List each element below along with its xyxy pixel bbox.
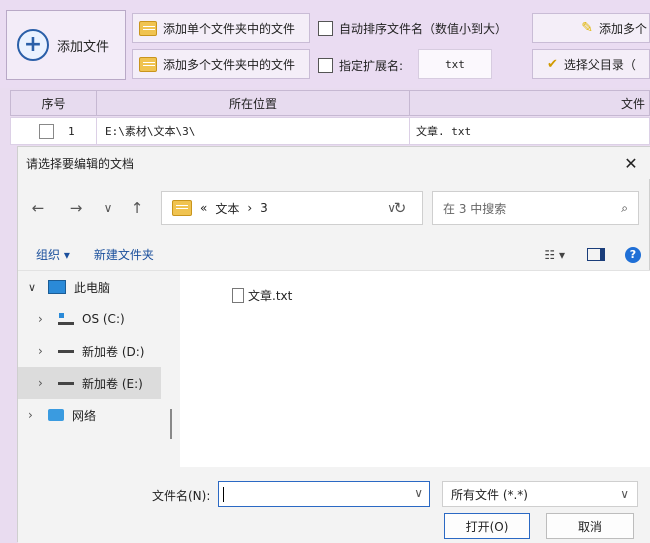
help-icon[interactable]: ? [625, 246, 641, 263]
chevron-down-icon: ∨ [620, 487, 629, 501]
address-bar[interactable]: « 文本 › 3 ∨ [161, 191, 423, 225]
close-icon[interactable]: ✕ [621, 153, 641, 173]
add-multi-right-label: 添加多个 [598, 21, 647, 36]
chevron-down-icon[interactable]: ∨ [414, 486, 423, 500]
row-location: E:\素材\文本\3\ [97, 118, 410, 144]
breadcrumb-3-folder[interactable]: 3 [260, 201, 268, 215]
nav-item-label: OS (C:) [82, 312, 125, 326]
breadcrumb-text-folder[interactable]: 文本 [215, 200, 239, 217]
folder-icon [139, 56, 157, 72]
recent-locations-icon[interactable]: ∨ [96, 196, 120, 220]
filename-label: 文件名(N): [152, 489, 211, 503]
command-bar: 组织 ▾ 新建文件夹 ☷ ▾ ? [18, 239, 650, 271]
preview-pane-icon[interactable] [587, 248, 605, 261]
drive-icon [58, 349, 74, 353]
file-list-pane: 文章.txt [180, 271, 650, 467]
row-checkbox[interactable] [39, 123, 54, 139]
nav-item-this-pc[interactable]: ∨ 此电脑 [18, 271, 161, 303]
computer-icon [48, 280, 66, 294]
add-multi-right-button[interactable]: ✎ 添加多个 [532, 13, 650, 43]
nav-item-label: 新加卷 (E:) [82, 376, 143, 391]
col-index-header[interactable]: 序号 [11, 91, 97, 115]
search-placeholder: 在 3 中搜索 [443, 201, 507, 216]
specify-ext-label: 指定扩展名: [339, 59, 404, 73]
open-file-dialog: 请选择要编辑的文档 ✕ ← → ∨ ↑ « 文本 › 3 ∨ ↻ 在 3 中搜索… [17, 146, 650, 543]
new-folder-button[interactable]: 新建文件夹 [94, 246, 154, 263]
forward-arrow-icon[interactable]: → [64, 196, 88, 220]
add-single-folder-label: 添加单个文件夹中的文件 [163, 21, 296, 36]
nav-scrollbar[interactable] [170, 409, 172, 439]
col-location-header[interactable]: 所在位置 [97, 91, 410, 115]
organize-button[interactable]: 组织 ▾ [36, 246, 70, 263]
filename-input[interactable]: ∨ [218, 481, 430, 507]
table-row[interactable]: 1 E:\素材\文本\3\ 文章. txt [10, 117, 650, 145]
chevron-right-icon: › [247, 201, 253, 215]
text-file-icon [232, 288, 244, 303]
dialog-title: 请选择要编辑的文档 [18, 147, 650, 179]
list-item[interactable]: 文章.txt [232, 287, 292, 304]
file-type-select[interactable]: 所有文件 (*.*) ∨ [442, 481, 638, 507]
search-icon: ⌕ [621, 200, 628, 215]
file-type-value: 所有文件 (*.*) [451, 487, 528, 502]
chevron-right-icon[interactable]: › [28, 408, 40, 422]
auto-sort-checkbox[interactable]: 自动排序文件名（数值小到大） [318, 20, 507, 37]
checkbox-box[interactable] [318, 58, 333, 73]
nav-item-network[interactable]: › 网络 [18, 399, 161, 431]
nav-item-label: 网络 [72, 408, 97, 423]
toolbar: + 添加文件 添加单个文件夹中的文件 添加多个文件夹中的文件 自动排序文件名（数… [0, 0, 650, 88]
refresh-icon[interactable]: ↻ [388, 196, 412, 220]
folder-icon [172, 200, 192, 216]
nav-item-drive-e[interactable]: › 新加卷 (E:) [18, 367, 161, 399]
add-single-folder-button[interactable]: 添加单个文件夹中的文件 [132, 13, 310, 43]
breadcrumb-overflow[interactable]: « [200, 201, 207, 215]
chevron-right-icon[interactable]: › [38, 312, 50, 326]
select-folder-icon: ✔ [547, 56, 558, 72]
nav-item-label: 新加卷 (D:) [82, 344, 145, 359]
view-options-icon[interactable]: ☷ ▾ [544, 248, 565, 262]
open-button[interactable]: 打开(O) [444, 513, 530, 539]
add-file-label: 添加文件 [57, 39, 110, 55]
row-index: 1 [68, 124, 75, 138]
extension-input[interactable]: txt [418, 49, 492, 79]
auto-sort-label: 自动排序文件名（数值小到大） [339, 22, 508, 36]
navigation-pane: ∨ 此电脑 › OS (C:) › 新加卷 (D:) › 新加卷 (E:) › … [18, 271, 178, 467]
folder-icon [139, 20, 157, 36]
checkbox-box[interactable] [318, 21, 333, 36]
search-box[interactable]: 在 3 中搜索 ⌕ [432, 191, 639, 225]
col-file-header[interactable]: 文件 [410, 91, 649, 115]
back-arrow-icon[interactable]: ← [26, 196, 50, 220]
add-file-button[interactable]: + 添加文件 [6, 10, 126, 80]
chevron-right-icon[interactable]: › [38, 344, 50, 358]
up-arrow-icon[interactable]: ↑ [125, 196, 149, 220]
select-parent-button[interactable]: ✔ 选择父目录（ [532, 49, 650, 79]
drive-icon [58, 381, 74, 385]
dialog-bottom-bar: 文件名(N): ∨ 所有文件 (*.*) ∨ 打开(O) 取消 [18, 467, 650, 543]
chevron-down-icon[interactable]: ∨ [28, 281, 40, 294]
row-file: 文章. txt [416, 125, 472, 138]
add-multi-folder-button[interactable]: 添加多个文件夹中的文件 [132, 49, 310, 79]
cancel-button[interactable]: 取消 [546, 513, 634, 539]
add-multi-folder-label: 添加多个文件夹中的文件 [163, 57, 296, 72]
select-parent-label: 选择父目录（ [563, 57, 636, 72]
nav-item-label: 此电脑 [74, 280, 111, 295]
nav-item-os-c[interactable]: › OS (C:) [18, 303, 161, 335]
specify-ext-checkbox[interactable]: 指定扩展名: [318, 57, 403, 74]
file-table-header: 序号 所在位置 文件 [10, 90, 650, 116]
pencil-icon: ✎ [581, 20, 593, 36]
windows-drive-icon [58, 313, 74, 325]
chevron-right-icon[interactable]: › [38, 376, 50, 390]
network-icon [48, 409, 64, 421]
nav-item-drive-d[interactable]: › 新加卷 (D:) [18, 335, 161, 367]
file-name: 文章.txt [248, 289, 293, 303]
text-cursor [223, 487, 224, 502]
add-circle-icon: + [17, 29, 49, 61]
row-index-cell: 1 [11, 118, 97, 144]
